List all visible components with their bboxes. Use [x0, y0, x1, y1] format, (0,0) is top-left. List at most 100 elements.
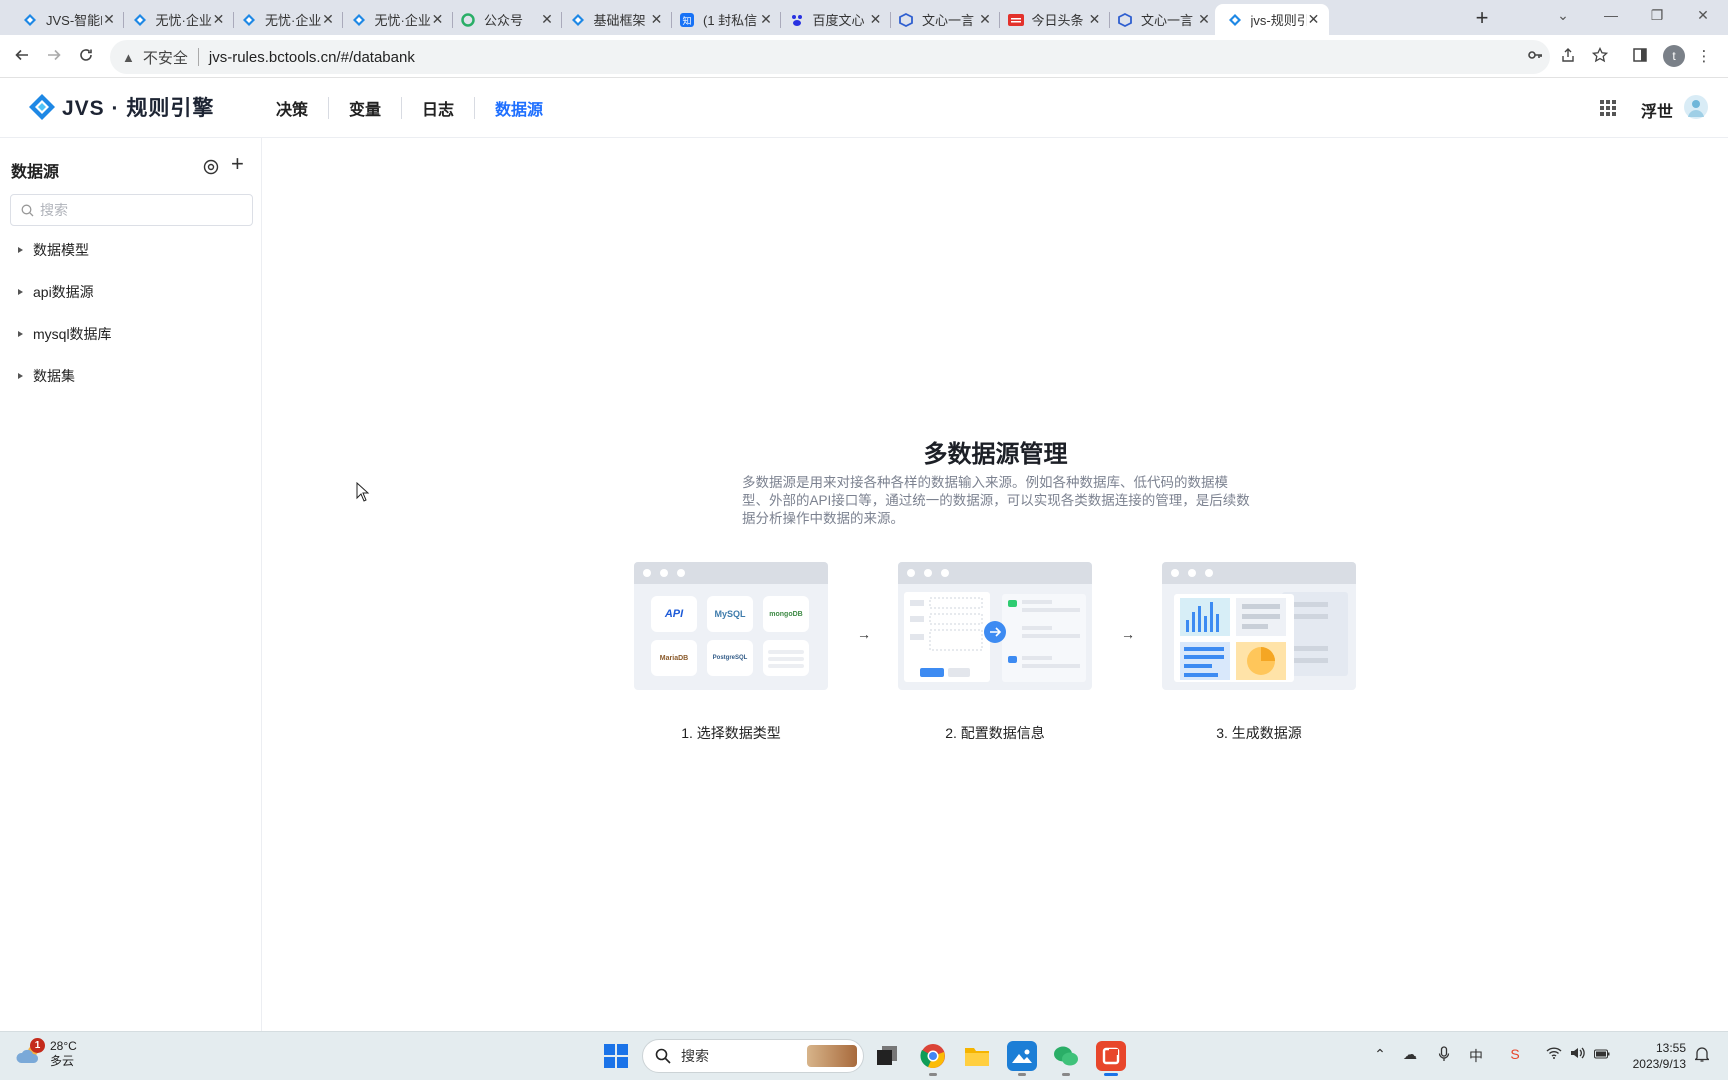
- taskbar-search[interactable]: 搜索: [642, 1039, 864, 1073]
- tab-close-icon[interactable]: ✕: [978, 11, 992, 28]
- tab-close-icon[interactable]: ✕: [321, 11, 335, 28]
- caret-right-icon[interactable]: [18, 289, 23, 295]
- active-indicator: [1104, 1073, 1118, 1076]
- tab-close-icon[interactable]: ✕: [759, 11, 773, 28]
- tab-title: jvs-规则引: [1250, 13, 1307, 28]
- tab-title: 无忧·企业: [155, 13, 212, 28]
- weather-temp: 28°C: [50, 1039, 77, 1053]
- jvs-favicon-icon: [570, 12, 586, 28]
- microphone-icon[interactable]: [1434, 1046, 1454, 1065]
- caret-right-icon[interactable]: [18, 331, 23, 337]
- tab-close-icon[interactable]: ✕: [1197, 11, 1211, 28]
- browser-tab[interactable]: 无忧·企业 ✕: [120, 4, 234, 35]
- browser-tab[interactable]: 公众号 ✕: [448, 4, 562, 35]
- battery-icon[interactable]: [1592, 1046, 1612, 1062]
- system-clock[interactable]: 13:55 2023/9/13: [1622, 1040, 1686, 1072]
- notifications-icon[interactable]: [1692, 1046, 1712, 1065]
- nav-log[interactable]: 日志: [402, 96, 474, 120]
- onedrive-icon[interactable]: ☁: [1400, 1046, 1420, 1063]
- browser-tab[interactable]: 无忧·企业 ✕: [229, 4, 343, 35]
- tab-search-button[interactable]: ⌄: [1540, 0, 1586, 32]
- maximize-button[interactable]: ❐: [1634, 0, 1680, 32]
- wifi-icon[interactable]: [1544, 1046, 1564, 1062]
- browser-tab[interactable]: 文心一言 ✕: [1105, 4, 1219, 35]
- antivirus-icon[interactable]: S: [1505, 1046, 1525, 1062]
- tree-item-dataset[interactable]: 数据集: [18, 364, 75, 388]
- browser-tab[interactable]: JVS-智能B✕: [10, 4, 124, 35]
- minimize-button[interactable]: —: [1588, 0, 1634, 32]
- forward-button[interactable]: [40, 43, 68, 71]
- tab-close-icon[interactable]: ✕: [869, 11, 883, 28]
- caret-right-icon[interactable]: [18, 247, 23, 253]
- key-icon[interactable]: [1525, 47, 1545, 67]
- jvs-favicon-icon: [241, 12, 257, 28]
- svg-text:知: 知: [682, 15, 691, 27]
- dashboard-illustration-icon: [1174, 592, 1348, 682]
- app-grid-icon[interactable]: [1600, 100, 1616, 116]
- browser-tab[interactable]: 基础框架 ✕: [558, 4, 672, 35]
- tree-item-data-model[interactable]: 数据模型: [18, 238, 89, 262]
- clock-time: 13:55: [1655, 1041, 1686, 1055]
- address-bar[interactable]: ▲ 不安全 jvs-rules.bctools.cn/#/databank: [110, 40, 1550, 74]
- tab-close-icon[interactable]: ✕: [431, 11, 445, 28]
- task-view-icon: [877, 1046, 897, 1065]
- tree-item-api-datasource[interactable]: api数据源: [18, 280, 94, 304]
- wechat-favicon-icon: [460, 12, 476, 28]
- logo-text: JVS · 规则引擎: [62, 97, 215, 120]
- taskbar-app-file-explorer[interactable]: [962, 1041, 992, 1071]
- tab-close-icon[interactable]: ✕: [1307, 11, 1321, 28]
- tab-close-icon[interactable]: ✕: [1088, 11, 1102, 28]
- profile-avatar[interactable]: t: [1663, 45, 1685, 67]
- new-tab-button[interactable]: +: [1468, 5, 1496, 33]
- url-text[interactable]: jvs-rules.bctools.cn/#/databank: [209, 49, 415, 66]
- user-avatar[interactable]: [1684, 95, 1708, 119]
- tab-close-icon[interactable]: ✕: [102, 11, 116, 28]
- browser-menu-icon[interactable]: ⋮: [1694, 47, 1714, 67]
- taskbar-app-wechat[interactable]: [1051, 1041, 1081, 1076]
- tab-close-icon[interactable]: ✕: [540, 11, 554, 28]
- insecure-label[interactable]: 不安全: [143, 47, 188, 68]
- sidebar-search[interactable]: [10, 194, 253, 226]
- back-button[interactable]: [8, 43, 36, 71]
- cube-favicon-icon: [1117, 12, 1133, 28]
- search-highlight-image: [807, 1045, 857, 1067]
- tree-item-label: mysql数据库: [33, 326, 112, 342]
- app-logo[interactable]: JVS · 规则引擎: [28, 92, 214, 122]
- warning-icon[interactable]: ▲: [122, 50, 135, 65]
- taskbar-app-task-view[interactable]: [872, 1041, 902, 1071]
- nav-variable[interactable]: 变量: [329, 96, 401, 120]
- tab-close-icon[interactable]: ✕: [212, 11, 226, 28]
- windows-start-button[interactable]: [604, 1044, 628, 1068]
- search-icon: [21, 204, 34, 216]
- user-name[interactable]: 浮世: [1641, 98, 1673, 122]
- search-input[interactable]: [40, 202, 240, 218]
- step-generate-illustration: [1162, 562, 1356, 690]
- side-panel-icon[interactable]: [1630, 47, 1650, 67]
- browser-tab[interactable]: 今日头条 ✕: [996, 4, 1110, 35]
- add-datasource-button[interactable]: +: [231, 153, 244, 175]
- nav-decision[interactable]: 决策: [256, 96, 328, 120]
- ime-indicator[interactable]: 中: [1466, 1046, 1486, 1066]
- share-icon[interactable]: [1558, 47, 1578, 67]
- nav-datasource[interactable]: 数据源: [475, 96, 563, 120]
- step-2-label: 2. 配置数据信息: [945, 725, 1045, 741]
- reload-button[interactable]: [72, 43, 100, 71]
- browser-tab[interactable]: jvs-规则引 ✕: [1214, 4, 1329, 35]
- running-indicator: [1018, 1073, 1026, 1076]
- window-close-button[interactable]: ✕: [1680, 0, 1726, 32]
- taskbar-app-photos[interactable]: [1007, 1041, 1037, 1076]
- browser-tab[interactable]: 百度文心 ✕: [777, 4, 891, 35]
- browser-tab[interactable]: 无忧·企业 ✕: [339, 4, 453, 35]
- taskbar-app-active[interactable]: [1096, 1041, 1126, 1076]
- caret-right-icon[interactable]: [18, 373, 23, 379]
- bookmark-star-icon[interactable]: [1590, 46, 1610, 67]
- taskbar-app-chrome[interactable]: [918, 1041, 948, 1076]
- browser-tab[interactable]: 文心一言 ✕: [886, 4, 1000, 35]
- volume-icon[interactable]: [1568, 1046, 1588, 1063]
- tree-item-mysql[interactable]: mysql数据库: [18, 322, 112, 346]
- browser-tab[interactable]: 知 (1 封私信 ✕: [667, 4, 781, 35]
- tab-close-icon[interactable]: ✕: [650, 11, 664, 28]
- tray-overflow-icon[interactable]: ⌃: [1370, 1046, 1390, 1063]
- settings-icon[interactable]: [202, 158, 220, 176]
- weather-widget[interactable]: 1 28°C 多云: [16, 1038, 77, 1069]
